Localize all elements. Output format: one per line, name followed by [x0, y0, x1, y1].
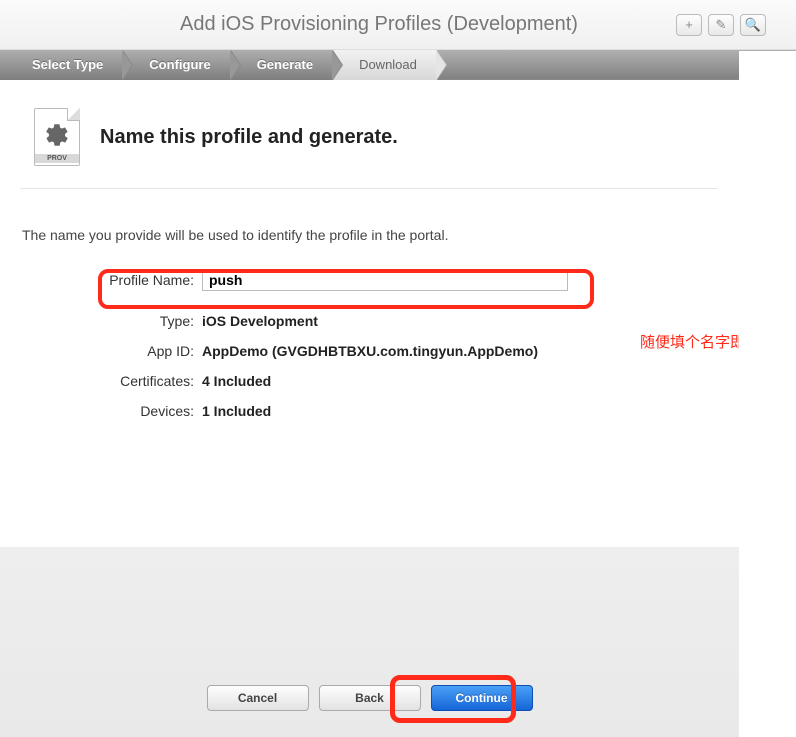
section-header: PROV Name this profile and generate.: [20, 80, 718, 189]
app-id-label: App ID:: [80, 343, 202, 359]
prov-icon-label: PROV: [35, 154, 79, 163]
devices-label: Devices:: [80, 403, 202, 419]
right-gutter: [739, 51, 796, 737]
step-download: Download: [333, 50, 437, 80]
edit-button[interactable]: ✎: [708, 14, 734, 36]
provisioning-icon: PROV: [34, 108, 80, 166]
back-button[interactable]: Back: [319, 685, 421, 711]
cancel-button[interactable]: Cancel: [207, 685, 309, 711]
profile-name-input[interactable]: [202, 269, 568, 291]
certificates-label: Certificates:: [80, 373, 202, 389]
section-title: Name this profile and generate.: [100, 126, 398, 149]
page-header: Add iOS Provisioning Profiles (Developme…: [0, 0, 796, 50]
add-button[interactable]: +: [676, 14, 702, 36]
certificates-value: 4 Included: [202, 373, 271, 389]
step-select-type[interactable]: Select Type: [0, 50, 123, 80]
gear-icon: [44, 122, 70, 148]
app-id-value: AppDemo (GVGDHBTBXU.com.tingyun.AppDemo): [202, 343, 538, 359]
devices-value: 1 Included: [202, 403, 271, 419]
edit-icon: ✎: [716, 17, 727, 33]
search-icon: 🔍: [745, 17, 761, 33]
step-configure[interactable]: Configure: [123, 50, 230, 80]
type-label: Type:: [80, 313, 202, 329]
content-area: PROV Name this profile and generate. The…: [0, 80, 738, 419]
description-text: The name you provide will be used to ide…: [20, 189, 718, 261]
step-generate[interactable]: Generate: [231, 50, 333, 80]
wizard-steps: Select Type Configure Generate Download: [0, 50, 796, 80]
plus-icon: +: [685, 17, 693, 32]
page-title: Add iOS Provisioning Profiles (Developme…: [0, 13, 578, 36]
search-button[interactable]: 🔍: [740, 14, 766, 36]
header-toolbar: + ✎ 🔍: [676, 14, 766, 36]
profile-form: Profile Name: Type: iOS Development App …: [20, 269, 718, 419]
profile-name-label: Profile Name:: [80, 272, 202, 288]
type-value: iOS Development: [202, 313, 318, 329]
footer-bar: Cancel Back Continue: [0, 547, 739, 737]
continue-button[interactable]: Continue: [431, 685, 533, 711]
